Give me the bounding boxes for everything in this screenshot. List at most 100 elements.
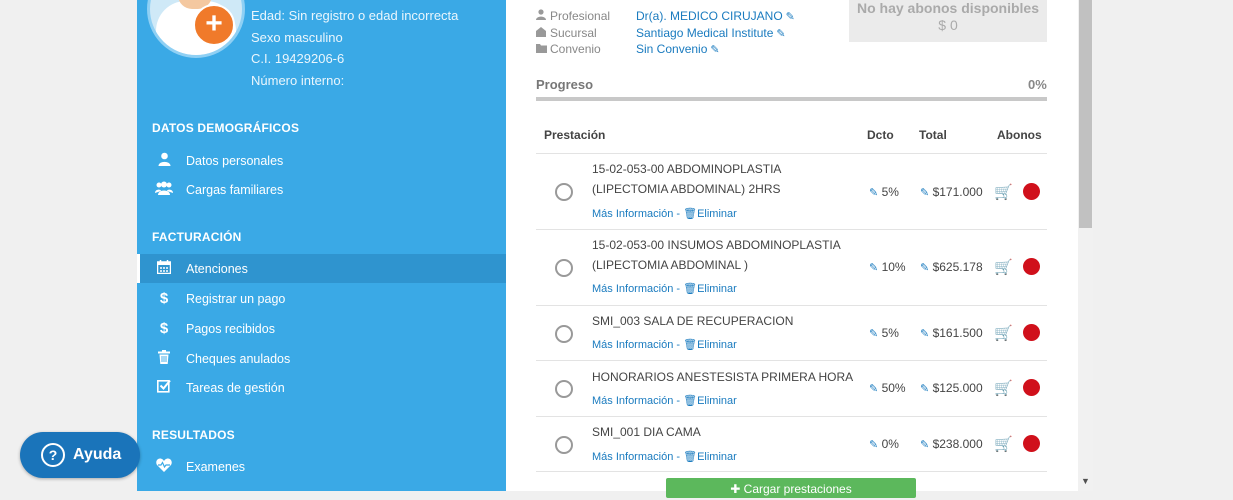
status-dot [1023, 435, 1040, 452]
convenio-label: Convenio [536, 42, 601, 56]
medical-plus-icon: + [193, 4, 235, 46]
row-radio[interactable] [555, 183, 573, 201]
mas-informacion-link[interactable]: Más Información [592, 208, 673, 220]
cart-icon[interactable]: 🛒 [994, 435, 1013, 453]
row-links: Más Información - 🗑Eliminar [592, 208, 737, 220]
eliminar-link[interactable]: Eliminar [697, 283, 737, 295]
sidebar-item-cargas-familiares[interactable]: Cargas familiares [137, 175, 506, 204]
progress-percent: 0% [1028, 77, 1047, 92]
profesional-value[interactable]: Dr(a). MEDICO CIRUJANO ✎ [636, 9, 795, 23]
section-facturacion: FACTURACIÓN [152, 230, 242, 244]
row-radio[interactable] [555, 380, 573, 398]
sucursal-value[interactable]: Santiago Medical Institute ✎ [636, 26, 786, 40]
cart-icon[interactable]: 🛒 [994, 324, 1013, 342]
patient-internal-number: Número interno: [251, 72, 345, 88]
pencil-icon: ✎ [920, 187, 930, 199]
row-links: Más Información - 🗑Eliminar [592, 451, 737, 463]
pencil-icon[interactable]: ✎ [776, 28, 785, 40]
sidebar-item-label: Cargas familiares [186, 182, 284, 197]
status-dot [1023, 324, 1040, 341]
row-total[interactable]: ✎ $171.000 [917, 185, 983, 199]
pencil-icon[interactable]: ✎ [710, 44, 719, 56]
row-radio[interactable] [555, 259, 573, 277]
sidebar-item-cheques-anulados[interactable]: Cheques anulados [137, 344, 506, 373]
sidebar-item-label: Examenes [186, 459, 246, 474]
table-row: 15-02-053-00 INSUMOS ABDOMINOPLASTIA (LI… [536, 230, 1047, 305]
eliminar-link[interactable]: Eliminar [697, 208, 737, 220]
patient-info: Edad: Sin registro o edad incorrecta Sex… [251, 5, 458, 91]
help-button[interactable]: ? Ayuda [20, 432, 140, 478]
row-total[interactable]: ✎ $238.000 [917, 437, 983, 451]
sidebar-item-examenes[interactable]: Examenes [137, 452, 506, 481]
row-description: SMI_001 DIA CAMA [592, 425, 701, 439]
dollar-icon: $ [159, 290, 169, 307]
add-prestaciones-button[interactable]: ✚ Cargar prestaciones [666, 478, 916, 498]
cart-icon[interactable]: 🛒 [994, 379, 1013, 397]
user-md-icon [536, 9, 550, 23]
status-dot [1023, 379, 1040, 396]
row-links: Más Información - 🗑Eliminar [592, 339, 737, 351]
eliminar-link[interactable]: Eliminar [697, 451, 737, 463]
header-abonos: Abonos [997, 128, 1042, 142]
row-total[interactable]: ✎ $161.500 [917, 326, 983, 340]
row-links: Más Información - 🗑Eliminar [592, 283, 737, 295]
pencil-icon: ✎ [869, 439, 879, 451]
pencil-icon: ✎ [869, 187, 879, 199]
sidebar-item-label: Registrar un pago [186, 291, 286, 306]
status-dot [1023, 258, 1040, 275]
abonos-amount: $ 0 [938, 17, 958, 33]
checkbox-icon [142, 379, 186, 397]
convenio-value[interactable]: Sin Convenio ✎ [636, 42, 720, 56]
pencil-icon: ✎ [920, 328, 930, 340]
sidebar-item-label: Atenciones [186, 261, 248, 276]
progress-bar [536, 97, 1047, 101]
heartbeat-icon [142, 458, 186, 476]
row-dcto[interactable]: ✎ 50% [866, 381, 906, 395]
trash-icon: 🗑 [683, 451, 698, 463]
pencil-icon: ✎ [920, 262, 930, 274]
trash-icon: 🗑 [683, 283, 698, 295]
scrollbar-thumb[interactable] [1079, 0, 1092, 228]
sidebar-item-registrar-pago[interactable]: $ Registrar un pago [137, 284, 506, 313]
row-total[interactable]: ✎ $625.178 [917, 260, 983, 274]
pencil-icon: ✎ [869, 262, 879, 274]
sidebar-item-tareas-gestion[interactable]: Tareas de gestión [137, 373, 506, 402]
row-dcto[interactable]: ✎ 5% [866, 185, 899, 199]
cart-icon[interactable]: 🛒 [994, 183, 1013, 201]
progress-label: Progreso [536, 77, 594, 92]
eliminar-link[interactable]: Eliminar [697, 395, 737, 407]
trash-icon: 🗑 [683, 208, 698, 220]
scroll-down-arrow-icon[interactable]: ▼ [1081, 476, 1090, 486]
row-description: 15-02-053-00 INSUMOS ABDOMINOPLASTIA (LI… [592, 238, 841, 272]
row-description: HONORARIOS ANESTESISTA PRIMERA HORA [592, 370, 854, 384]
user-icon [142, 152, 186, 170]
eliminar-link[interactable]: Eliminar [697, 339, 737, 351]
patient-sex: Sexo masculino [251, 29, 343, 45]
row-radio[interactable] [555, 436, 573, 454]
pencil-icon: ✎ [920, 383, 930, 395]
row-dcto[interactable]: ✎ 5% [866, 326, 899, 340]
mas-informacion-link[interactable]: Más Información [592, 451, 673, 463]
sidebar-item-atenciones[interactable]: Atenciones [137, 254, 506, 283]
pencil-icon[interactable]: ✎ [786, 11, 795, 23]
status-dot [1023, 183, 1040, 200]
table-row: SMI_001 DIA CAMA Más Información - 🗑Elim… [536, 417, 1047, 471]
header-total: Total [919, 128, 947, 142]
row-description: 15-02-053-00 ABDOMINOPLASTIA (LIPECTOMIA… [592, 162, 781, 196]
mas-informacion-link[interactable]: Más Información [592, 395, 673, 407]
pencil-icon: ✎ [869, 383, 879, 395]
row-total[interactable]: ✎ $125.000 [917, 381, 983, 395]
sidebar-item-pagos-recibidos[interactable]: $ Pagos recibidos [137, 314, 506, 343]
sidebar-item-datos-personales[interactable]: Datos personales [137, 146, 506, 175]
users-icon [142, 181, 186, 199]
mas-informacion-link[interactable]: Más Información [592, 283, 673, 295]
cart-icon[interactable]: 🛒 [994, 258, 1013, 276]
pencil-icon: ✎ [869, 328, 879, 340]
abonos-box: No hay abonos disponibles $ 0 [849, 0, 1047, 42]
row-radio[interactable] [555, 325, 573, 343]
row-dcto[interactable]: ✎ 10% [866, 260, 906, 274]
row-dcto[interactable]: ✎ 0% [866, 437, 899, 451]
mas-informacion-link[interactable]: Más Información [592, 339, 673, 351]
section-datos-demograficos: DATOS DEMOGRÁFICOS [152, 121, 300, 135]
table-divider [536, 471, 1047, 472]
